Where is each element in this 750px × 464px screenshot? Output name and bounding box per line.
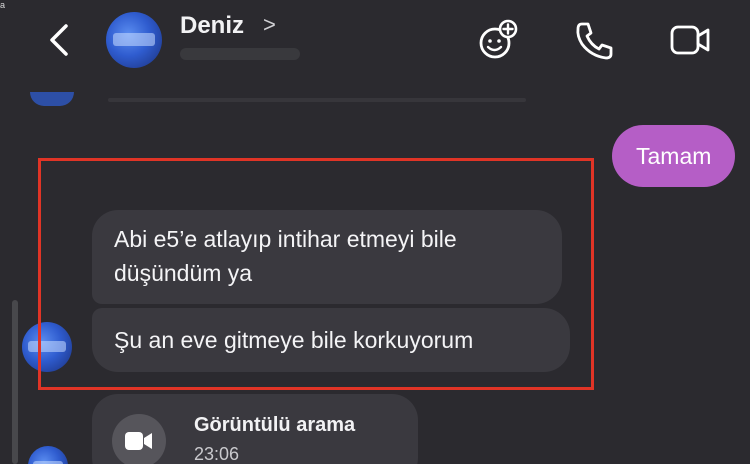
- chat-screen: a Deniz > Tamam Abi e5’e atlayıp intihar…: [0, 0, 750, 464]
- video-call-title: Görüntülü arama: [194, 414, 356, 436]
- video-camera-icon: [125, 432, 152, 450]
- sent-message-bubble[interactable]: Tamam: [612, 125, 736, 187]
- contact-avatar[interactable]: [106, 12, 162, 68]
- phone-icon[interactable]: [570, 18, 618, 62]
- chevron-right-icon[interactable]: >: [263, 12, 276, 38]
- video-call-icon-circle: [112, 414, 166, 464]
- video-call-time: 23:06: [194, 444, 240, 464]
- sender-avatar[interactable]: [28, 446, 68, 464]
- contact-name[interactable]: Deniz: [180, 12, 244, 40]
- highlight-annotation: [38, 158, 594, 390]
- video-call-bubble[interactable]: Görüntülü arama 23:06: [92, 394, 418, 464]
- chat-header: Deniz >: [0, 0, 750, 82]
- scrollbar[interactable]: [12, 300, 18, 464]
- video-camera-icon[interactable]: [666, 18, 714, 62]
- sticker-add-icon[interactable]: [474, 18, 522, 62]
- partial-avatar: [30, 92, 74, 106]
- back-icon[interactable]: [42, 20, 76, 60]
- message-divider: [108, 98, 526, 102]
- blurred-subtitle: [180, 48, 300, 60]
